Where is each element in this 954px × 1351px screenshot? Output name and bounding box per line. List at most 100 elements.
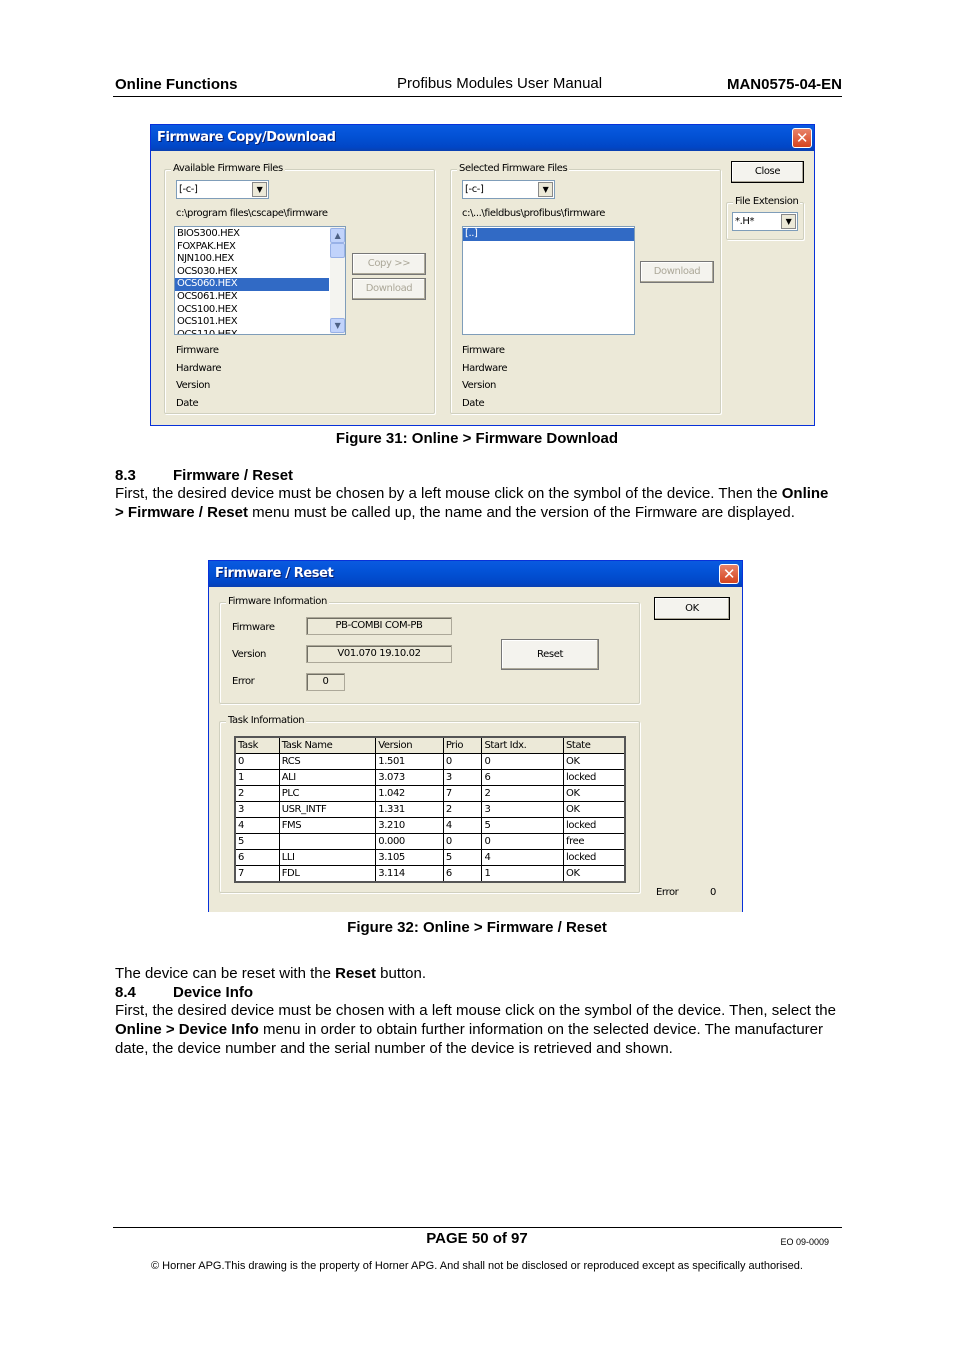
section-8-3-heading: 8.3 Firmware / Reset [115,467,294,484]
chevron-down-icon[interactable]: ▼ [781,214,796,229]
info-label-date: Date [176,397,199,409]
file-list-item[interactable]: NJN100.HEX [175,253,329,266]
table-row[interactable]: 6 LLI 3.105 5 4 locked [234,849,626,866]
column-header[interactable]: Prio [442,736,483,754]
close-icon[interactable]: ✕ [792,128,812,148]
column-header[interactable]: Task [234,736,280,754]
table-row[interactable]: 1 ALI 3.073 3 6 locked [234,769,626,786]
header-section-title: Online Functions [115,76,238,93]
table-cell: FDL [278,865,377,883]
table-cell: OK [562,865,626,883]
bottom-error-value: 0 [710,887,716,898]
close-button[interactable]: Close [731,161,804,183]
bottom-error-label: Error [656,887,679,898]
file-list-item[interactable]: OCS100.HEX [175,304,329,317]
file-list-item[interactable]: OCS061.HEX [175,291,329,304]
scroll-up-icon[interactable]: ▲ [330,228,345,243]
chevron-down-icon[interactable]: ▼ [252,182,267,197]
table-cell: 5 [234,833,280,850]
file-list-item[interactable]: OCS110.HEX [175,329,329,334]
table-cell: 7 [442,785,483,802]
download-right-button[interactable]: Download [640,261,714,283]
table-row[interactable]: 2 PLC 1.042 7 2 OK [234,785,626,802]
file-list-item[interactable]: OCS101.HEX [175,316,329,329]
firmware-reset-dialog: Firmware / Reset ✕ Firmware Information … [208,560,743,912]
table-cell: 3.105 [375,849,444,866]
file-list-item[interactable]: FOXPAK.HEX [175,241,329,254]
table-cell: 0 [481,833,564,850]
table-row[interactable]: 3 USR_INTF 1.331 2 3 OK [234,801,626,818]
table-cell: 2 [234,785,280,802]
file-list-item[interactable]: [..] [463,228,634,241]
scroll-thumb[interactable] [330,243,345,258]
selected-firmware-group: Selected Firmware Files [-c-] ▼ c:\...\f… [450,163,721,414]
file-extension-select[interactable]: *.H* ▼ [732,212,798,231]
header-doc-number: MAN0575-04-EN [726,76,842,93]
table-cell: RCS [278,753,377,770]
table-row[interactable]: 5 0.000 0 0 free [234,833,626,850]
firmware-label: Firmware [232,622,275,633]
column-header[interactable]: Start Idx. [481,736,564,754]
ok-button[interactable]: OK [654,597,730,620]
available-path: c:\program files\cscape\firmware [176,208,328,219]
info-label-firmware: Firmware [462,345,505,356]
table-cell: 4 [234,817,280,834]
eo-number: EO 09-0009 [780,1237,829,1247]
dialog-title: Firmware Copy/Download [157,130,336,145]
info-label-hardware: Hardware [462,362,508,374]
error-label: Error [232,676,255,687]
table-cell: OK [562,801,626,818]
chevron-down-icon[interactable]: ▼ [538,182,553,197]
table-cell: 4 [442,817,483,834]
info-label-date: Date [462,397,485,409]
version-label: Version [232,649,266,660]
table-row[interactable]: 0 RCS 1.501 0 0 OK [234,753,626,770]
available-list-scrollbar[interactable]: ▲ ▼ [330,227,345,334]
table-row[interactable]: 7 FDL 3.114 6 1 OK [234,865,626,883]
table-cell: 2 [481,785,564,802]
table-cell [278,833,377,850]
section-8-3-paragraph: First, the desired device must be chosen… [115,485,829,521]
table-cell: locked [562,849,626,866]
table-cell: FMS [278,817,377,834]
table-cell: 0 [234,753,280,770]
available-drive-select[interactable]: [-c-] ▼ [176,180,269,199]
version-value: V01.070 19.10.02 [306,645,452,663]
file-list-item[interactable]: OCS030.HEX [175,266,329,279]
table-cell: locked [562,817,626,834]
column-header[interactable]: Version [375,736,444,754]
task-information-group: Task Information Task Task Name Version Pri… [219,715,640,893]
info-label-hardware: Hardware [176,362,222,374]
download-left-button[interactable]: Download [352,278,426,300]
reset-button[interactable]: Reset [501,639,599,670]
header-manual-title: Profibus Modules User Manual [397,75,603,92]
table-cell: 6 [234,849,280,866]
error-value: 0 [306,673,345,691]
scroll-down-icon[interactable]: ▼ [330,318,345,333]
table-cell: 3.114 [375,865,444,883]
table-cell: ALI [278,769,377,786]
firmware-copy-download-dialog: Firmware Copy/Download ✕ Available Firmw… [150,124,815,426]
column-header[interactable]: State [562,736,626,754]
selected-files-list[interactable]: [..] [462,226,635,335]
column-header[interactable]: Task Name [278,736,377,754]
table-cell: 0 [481,753,564,770]
table-cell: 3 [442,769,483,786]
file-list-item[interactable]: OCS060.HEX [175,278,329,291]
table-cell: 5 [481,817,564,834]
table-cell: 3.210 [375,817,444,834]
info-label-version: Version [176,380,210,391]
file-list-item[interactable]: BIOS300.HEX [175,228,329,241]
file-extension-group: File Extension *.H* ▼ [726,196,804,240]
copy-button[interactable]: Copy >> [352,253,426,275]
table-cell: 2 [442,801,483,818]
task-information-label: Task Information [226,715,307,726]
selected-drive-select[interactable]: [-c-] ▼ [462,180,555,199]
copyright-notice: © Horner APG.This drawing is the propert… [151,1260,803,1272]
available-files-list[interactable]: BIOS300.HEX FOXPAK.HEX NJN100.HEX OCS030.HE… [174,226,346,335]
close-icon[interactable]: ✕ [719,564,739,584]
table-cell: LLI [278,849,377,866]
firmware-information-label: Firmware Information [226,596,329,607]
table-row[interactable]: 4 FMS 3.210 4 5 locked [234,817,626,834]
footer-rule [113,1227,842,1228]
